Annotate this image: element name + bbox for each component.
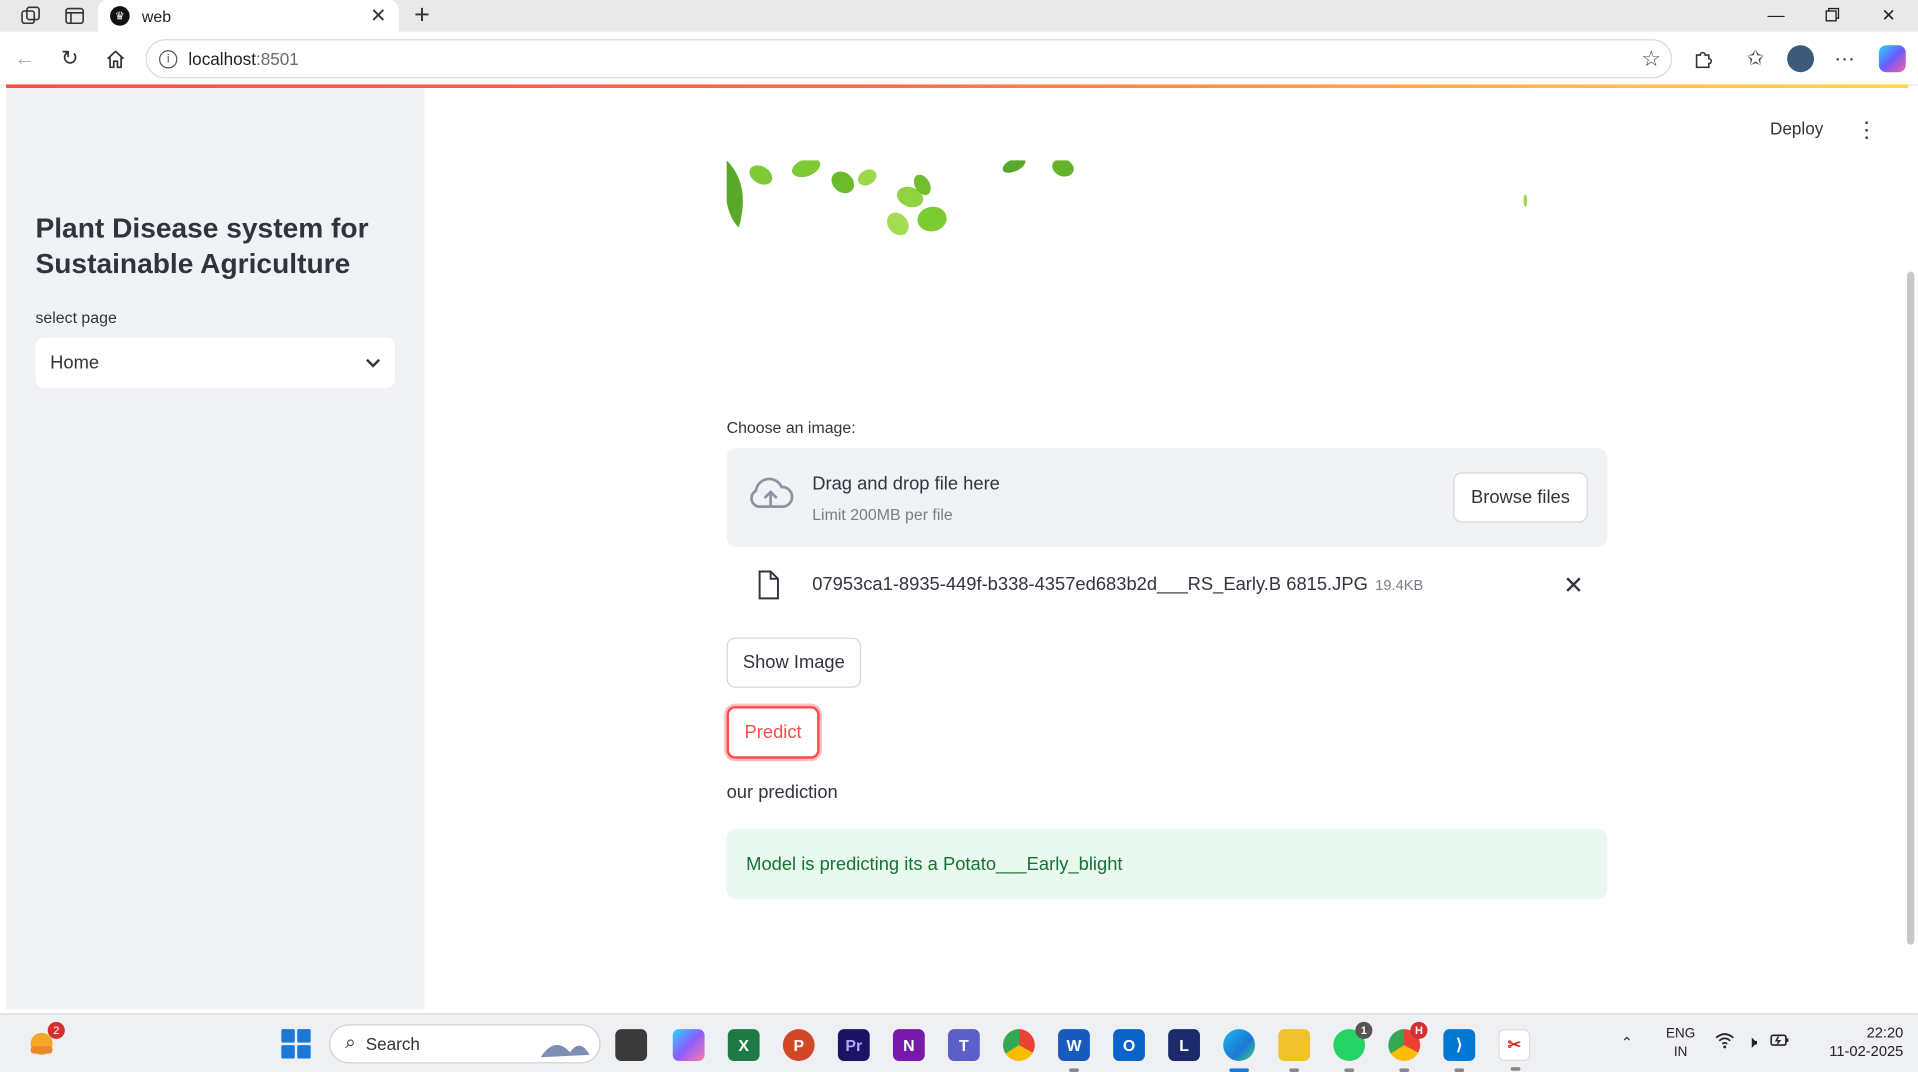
hero-leaves-image: [726, 160, 1608, 368]
show-image-button[interactable]: Show Image: [726, 637, 862, 688]
extensions-icon[interactable]: [1689, 44, 1718, 73]
deploy-button[interactable]: Deploy: [1770, 119, 1823, 139]
copilot-icon[interactable]: [1878, 44, 1907, 73]
restore-button[interactable]: [1805, 0, 1859, 29]
powerpoint-icon[interactable]: P: [782, 1029, 815, 1061]
page-select-value: Home: [50, 352, 100, 374]
clock-time: 22:20: [1866, 1024, 1904, 1042]
windows-taskbar: 2 ⌕ Search X P Pr N T W O L 1 H ⟩ ✂ ⌃ EN…: [0, 1013, 1918, 1072]
screen: ♛ web ✕ + — ✕ ← ↻ i localhost:8501 ☆ ✩ ·…: [0, 0, 1918, 1072]
system-clock[interactable]: 22:20 11-02-2025: [1810, 1024, 1903, 1061]
weather-widget-icon[interactable]: 2: [24, 1021, 65, 1061]
prediction-success-alert: Model is predicting its a Potato___Early…: [726, 828, 1608, 900]
profile-avatar[interactable]: [1786, 44, 1815, 73]
widget-badge: 2: [47, 1021, 65, 1039]
file-size: 19.4KB: [1375, 576, 1424, 594]
battery-icon[interactable]: [1770, 1032, 1790, 1053]
chevron-down-icon: [366, 354, 381, 371]
main-menu-icon[interactable]: ⋮: [1856, 117, 1878, 143]
url-host: localhost: [188, 48, 256, 69]
system-tray[interactable]: 🕨: [1715, 1032, 1789, 1053]
dropzone-limit: Limit 200MB per file: [812, 505, 953, 524]
taskbar-search-placeholder: Search: [365, 1034, 420, 1054]
prediction-heading: our prediction: [726, 781, 838, 803]
whatsapp-icon[interactable]: 1: [1333, 1021, 1373, 1072]
page-select[interactable]: Home: [35, 337, 396, 388]
sidebar-title: Plant Disease system for Sustainable Agr…: [35, 211, 369, 280]
copilot-app-icon[interactable]: [672, 1029, 705, 1061]
search-highlight-icon: [540, 1044, 590, 1058]
remove-file-icon[interactable]: ✕: [1563, 570, 1584, 601]
volume-muted-icon[interactable]: 🕨: [1747, 1032, 1758, 1053]
file-name-text: 07953ca1-8935-449f-b338-4357ed683b2d___R…: [812, 573, 1368, 595]
browser-toolbar: ← ↻ i localhost:8501 ☆ ✩ ···: [0, 31, 1918, 86]
select-page-label: select page: [35, 308, 117, 327]
tray-overflow-icon[interactable]: ⌃: [1621, 1034, 1633, 1051]
cloud-upload-icon: [750, 477, 794, 508]
file-icon: [758, 570, 779, 600]
browse-files-button[interactable]: Browse files: [1453, 472, 1588, 523]
chrome-icon[interactable]: [1003, 1029, 1035, 1061]
predict-button[interactable]: Predict: [726, 706, 820, 759]
clock-date: 11-02-2025: [1829, 1042, 1904, 1060]
close-window-button[interactable]: ✕: [1862, 0, 1916, 29]
whatsapp-badge: 1: [1355, 1021, 1373, 1039]
uploaded-file-row: 07953ca1-8935-449f-b338-4357ed683b2d___R…: [727, 565, 1608, 604]
tab-close-icon[interactable]: ✕: [370, 4, 386, 28]
tab-title: web: [141, 6, 172, 26]
favorites-icon[interactable]: ✩: [1741, 44, 1770, 73]
premiere-icon[interactable]: Pr: [837, 1029, 870, 1061]
streamlit-favicon-icon: ♛: [110, 6, 130, 26]
chrome-profile-badge: H: [1410, 1021, 1428, 1039]
snipping-tool-icon[interactable]: ✂: [1498, 1029, 1531, 1071]
start-button[interactable]: [281, 1029, 311, 1059]
edge-icon[interactable]: [1223, 1029, 1256, 1072]
reload-icon[interactable]: ↻: [55, 44, 84, 73]
wifi-icon[interactable]: [1715, 1032, 1735, 1053]
sidebar: Plant Disease system for Sustainable Agr…: [6, 88, 425, 1010]
main-content: Deploy ⋮ Choose an image: Drag and drop …: [424, 88, 1915, 1010]
home-icon[interactable]: [100, 44, 129, 73]
word-icon[interactable]: W: [1058, 1029, 1090, 1072]
taskview-icon[interactable]: [615, 1029, 648, 1061]
file-explorer-icon[interactable]: [1278, 1029, 1311, 1072]
onenote-icon[interactable]: N: [892, 1029, 925, 1061]
input-language[interactable]: ENG IN: [1666, 1025, 1695, 1062]
favorite-star-icon[interactable]: ☆: [1641, 47, 1661, 73]
vscode-icon[interactable]: ⟩: [1443, 1029, 1476, 1072]
teams-icon[interactable]: T: [947, 1029, 980, 1061]
prediction-message: Model is predicting its a Potato___Early…: [746, 853, 1123, 875]
more-menu-icon[interactable]: ···: [1830, 44, 1859, 73]
file-dropzone[interactable]: Drag and drop file here Limit 200MB per …: [726, 447, 1608, 548]
minimize-button[interactable]: —: [1749, 0, 1803, 29]
lang-line-2: IN: [1673, 1045, 1688, 1060]
new-tab-button[interactable]: +: [409, 0, 436, 29]
search-icon: ⌕: [344, 1032, 356, 1054]
lang-line-1: ENG: [1666, 1026, 1696, 1042]
browser-tab-strip: ♛ web ✕ + — ✕: [0, 0, 1918, 32]
workspaces-icon[interactable]: [18, 4, 42, 28]
browser-tab[interactable]: ♛ web ✕: [97, 0, 399, 32]
taskbar-search[interactable]: ⌕ Search: [329, 1024, 601, 1064]
address-bar[interactable]: i localhost:8501 ☆: [145, 39, 1673, 79]
uploaded-file-name: 07953ca1-8935-449f-b338-4357ed683b2d___R…: [812, 574, 1423, 595]
chrome-profile-icon[interactable]: H: [1388, 1021, 1428, 1072]
site-info-icon[interactable]: i: [159, 50, 178, 69]
vertical-tabs-icon[interactable]: [62, 4, 86, 28]
dropzone-instruction: Drag and drop file here: [812, 473, 1000, 495]
url-port: :8501: [255, 48, 299, 69]
outlook-icon[interactable]: O: [1113, 1029, 1145, 1061]
l-app-icon[interactable]: L: [1168, 1029, 1200, 1061]
excel-icon[interactable]: X: [727, 1029, 760, 1061]
page-scrollbar[interactable]: [1906, 271, 1915, 945]
uploader-label: Choose an image:: [726, 418, 856, 437]
back-icon[interactable]: ←: [10, 44, 39, 73]
